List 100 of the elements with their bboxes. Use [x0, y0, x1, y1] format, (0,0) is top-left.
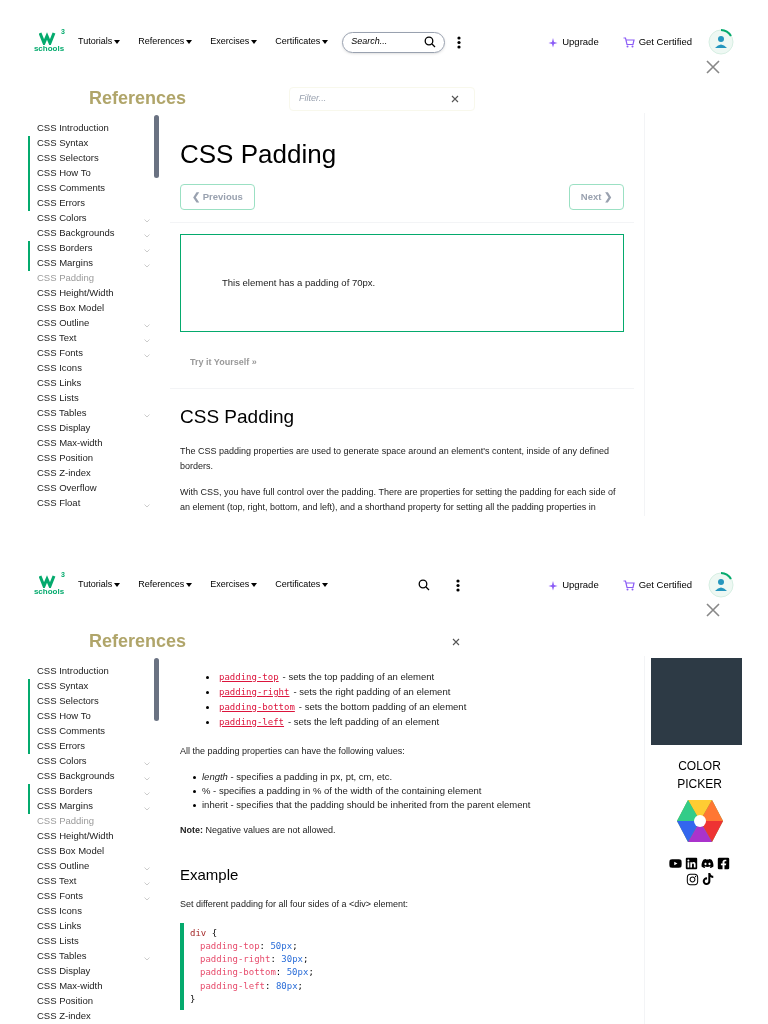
nav-menu-item[interactable]: Tutorials: [78, 35, 121, 49]
sidebar-link[interactable]: CSS Comments: [28, 724, 160, 739]
sidebar-link[interactable]: CSS Display: [28, 421, 160, 436]
sidebar-link[interactable]: CSS Errors: [28, 739, 160, 754]
sidebar-link[interactable]: CSS Box Model: [28, 301, 160, 316]
sidebar-link[interactable]: CSS Position: [28, 994, 160, 1009]
sidebar-link[interactable]: CSS Borders: [28, 784, 160, 799]
instagram-icon[interactable]: [685, 873, 699, 886]
sidebar-link[interactable]: CSS Float: [28, 496, 160, 511]
sidebar-link[interactable]: CSS Max-width: [28, 436, 160, 451]
sidebar-link[interactable]: CSS Display: [28, 964, 160, 979]
cart-icon: [622, 36, 635, 48]
search-icon[interactable]: [424, 36, 437, 48]
sidebar-link[interactable]: CSS Z-index: [28, 1009, 160, 1024]
nav-menu-item[interactable]: Tutorials: [78, 578, 121, 592]
youtube-icon[interactable]: [669, 857, 682, 870]
sidebar-link[interactable]: CSS Links: [28, 376, 160, 391]
code-value: 30px: [281, 954, 303, 965]
clear-icon[interactable]: [452, 637, 460, 646]
sidebar-link[interactable]: CSS Height/Width: [28, 286, 160, 301]
chevron-down-icon: [144, 806, 150, 811]
property-link[interactable]: padding-right: [219, 685, 290, 700]
sidebar-link[interactable]: CSS Lists: [28, 391, 160, 406]
scrollbar-thumb[interactable]: [154, 658, 159, 721]
nav-menu-item[interactable]: Certificates: [275, 578, 329, 592]
sidebar-link[interactable]: CSS Text: [28, 331, 160, 346]
search-icon[interactable]: [418, 579, 431, 591]
filter-field[interactable]: Filter...: [289, 86, 475, 111]
sidebar-link[interactable]: CSS Errors: [28, 196, 160, 211]
nav-menu-item[interactable]: Exercises: [210, 578, 258, 592]
bullet-icon: [193, 789, 196, 793]
property-link[interactable]: padding-top: [219, 670, 279, 685]
section-heading: CSS Padding: [180, 405, 296, 429]
user-avatar-icon[interactable]: [708, 29, 734, 55]
facebook-icon[interactable]: [717, 857, 730, 870]
sidebar-link[interactable]: CSS Fonts: [28, 346, 160, 361]
sidebar-link[interactable]: CSS Position: [28, 451, 160, 466]
sidebar-link[interactable]: CSS Outline: [28, 316, 160, 331]
sidebar-link[interactable]: CSS Z-index: [28, 466, 160, 481]
chevron-down-icon: [144, 323, 150, 328]
sidebar-link[interactable]: CSS Margins: [28, 256, 160, 271]
example-heading: Example: [180, 865, 240, 885]
paragraph: The CSS padding properties are used to generate space around an element's content, inside of any defined borders.: [180, 444, 610, 473]
color-picker-label[interactable]: COLOR PICKER: [669, 757, 730, 793]
close-icon[interactable]: [706, 60, 720, 74]
user-avatar-icon[interactable]: [708, 572, 734, 598]
scrollbar-thumb[interactable]: [154, 115, 159, 178]
code-property: padding-right: [200, 954, 271, 965]
property-link[interactable]: padding-left: [219, 715, 285, 730]
sidebar-link[interactable]: CSS Overflow: [28, 481, 160, 496]
nav-menu-item[interactable]: Exercises: [210, 35, 258, 49]
sidebar-link[interactable]: CSS Borders: [28, 241, 160, 256]
sidebar-link[interactable]: CSS Introduction: [28, 664, 160, 679]
sidebar-link[interactable]: CSS Icons: [28, 904, 160, 919]
tiktok-icon[interactable]: [701, 873, 714, 885]
bullet-icon: [193, 775, 196, 779]
sidebar-link[interactable]: CSS Icons: [28, 361, 160, 376]
chevron-down-icon: [144, 896, 150, 901]
filter-input[interactable]: Filter...: [299, 91, 439, 106]
sidebar-link[interactable]: CSS Links: [28, 919, 160, 934]
property-link[interactable]: padding-bottom: [219, 700, 295, 715]
sidebar-link[interactable]: CSS Margins: [28, 799, 160, 814]
nav-menu-item[interactable]: References: [138, 578, 193, 592]
paragraph: Note: Negative values are not allowed.: [180, 824, 337, 837]
get-certified-link[interactable]: Get Certified: [622, 34, 692, 50]
sidebar-link[interactable]: CSS Height/Width: [28, 829, 160, 844]
linkedin-icon[interactable]: [685, 857, 698, 870]
nav-menu-item[interactable]: Certificates: [275, 35, 329, 49]
sidebar-link[interactable]: CSS Fonts: [28, 889, 160, 904]
sidebar-link[interactable]: CSS Comments: [28, 181, 160, 196]
property-description: - sets the right padding of an element: [293, 685, 451, 700]
code-property: padding-bottom: [200, 967, 276, 978]
upgrade-link[interactable]: Upgrade: [547, 577, 599, 593]
get-certified-link[interactable]: Get Certified: [622, 577, 692, 593]
search-input[interactable]: Search...: [351, 35, 422, 49]
sidebar-link[interactable]: CSS Colors: [28, 211, 160, 226]
sidebar-link[interactable]: CSS Colors: [28, 754, 160, 769]
nav-menu-item[interactable]: References: [138, 35, 193, 49]
close-icon[interactable]: [706, 603, 720, 617]
clear-icon[interactable]: [451, 94, 459, 103]
sidebar-link[interactable]: CSS Backgrounds: [28, 226, 160, 241]
sidebar-link[interactable]: CSS Introduction: [28, 121, 160, 136]
code-punctuation: :: [270, 954, 276, 965]
upgrade-link[interactable]: Upgrade: [547, 34, 599, 50]
sidebar-link[interactable]: CSS Tables: [28, 406, 160, 421]
sidebar-link[interactable]: CSS Outline: [28, 859, 160, 874]
sidebar-link[interactable]: CSS Max-width: [28, 979, 160, 994]
more-options-icon[interactable]: [456, 578, 461, 592]
sidebar-link[interactable]: CSS Tables: [28, 949, 160, 964]
more-options-icon[interactable]: [457, 35, 462, 49]
discord-icon[interactable]: [701, 857, 714, 870]
logo-text: schools: [33, 588, 65, 596]
sidebar-link[interactable]: CSS Backgrounds: [28, 769, 160, 784]
chevron-down-icon: [144, 233, 150, 238]
color-hexagon-icon[interactable]: [675, 799, 724, 843]
sidebar-link[interactable]: CSS Lists: [28, 934, 160, 949]
cart-icon: [622, 579, 635, 591]
sidebar-link[interactable]: CSS Text: [28, 874, 160, 889]
sidebar-link[interactable]: CSS Box Model: [28, 844, 160, 859]
references-title: References: [89, 630, 188, 653]
